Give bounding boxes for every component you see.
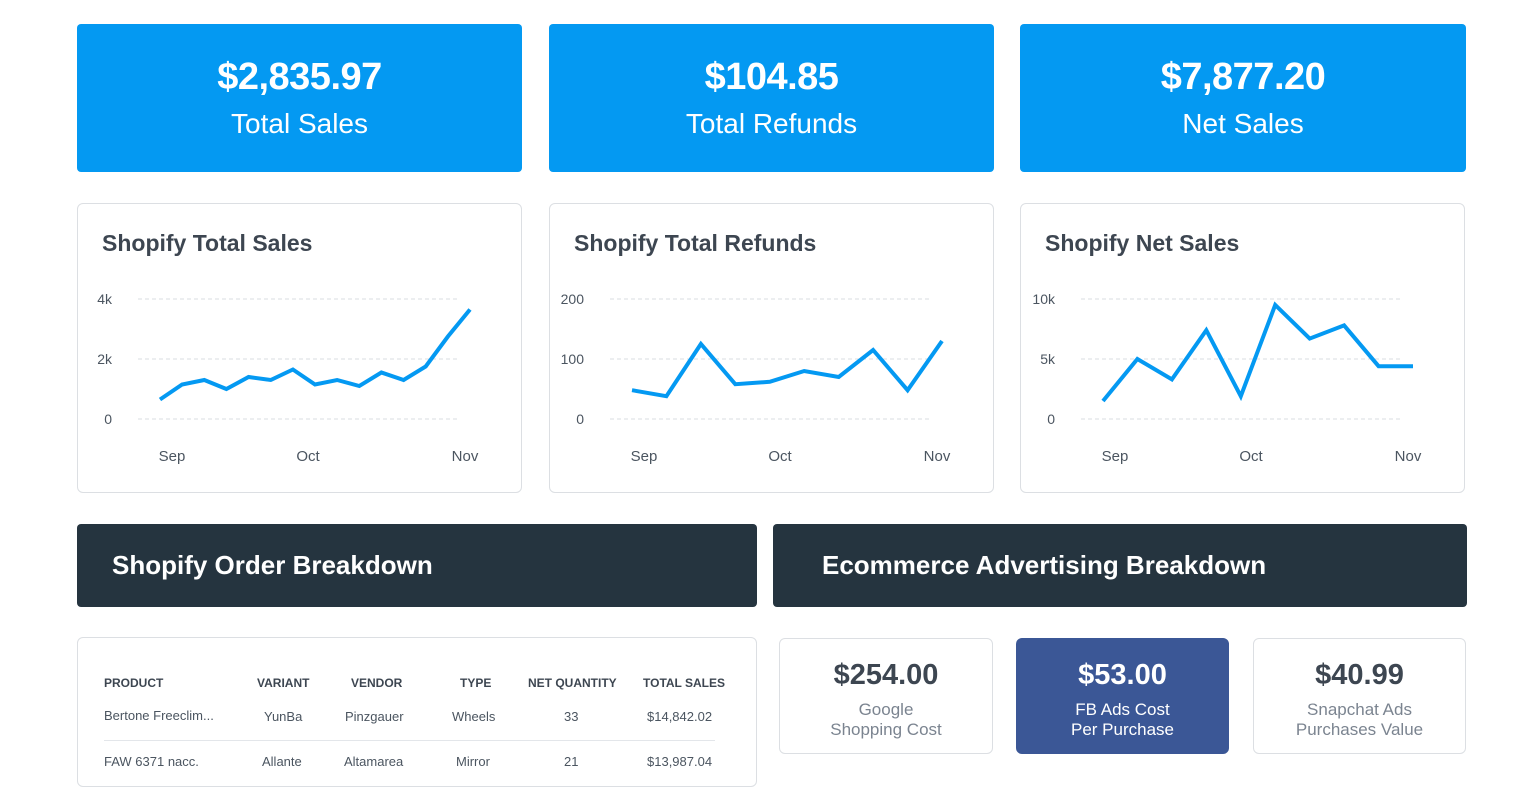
- x-tick-label: Oct: [1239, 448, 1263, 465]
- metric-value: $40.99: [1315, 659, 1404, 691]
- y-tick-label: 10k: [1032, 291, 1056, 307]
- metric-label-line: Per Purchase: [1071, 720, 1174, 739]
- x-tick-label: Oct: [296, 448, 320, 465]
- series-line: [158, 308, 472, 402]
- column-header-product[interactable]: PRODUCT: [104, 676, 163, 690]
- kpi-label: Net Sales: [1182, 108, 1304, 139]
- chart-card-total-sales: Shopify Total Sales 4k 2k 0 Sep Oct Nov: [77, 203, 522, 493]
- x-tick-label: Oct: [768, 448, 792, 465]
- kpi-label: Total Refunds: [685, 108, 858, 139]
- column-header-type[interactable]: TYPE: [460, 676, 491, 690]
- y-tick-label: 2k: [97, 351, 113, 367]
- order-breakdown-header: Shopify Order Breakdown: [77, 524, 757, 607]
- x-tick-label: Sep: [159, 448, 186, 465]
- metric-label: FB Ads Cost Per Purchase: [1017, 700, 1228, 740]
- column-header-variant[interactable]: VARIANT: [257, 676, 309, 690]
- table-cell: FAW 6371 nacc.: [104, 754, 199, 769]
- y-tick-label: 0: [1047, 411, 1055, 427]
- kpi-label: Total Sales: [231, 108, 368, 139]
- chart-card-net-sales: Shopify Net Sales 10k 5k 0 Sep Oct Nov: [1020, 203, 1465, 493]
- column-header-total-sales[interactable]: TOTAL SALES: [643, 676, 725, 690]
- table-cell: $13,987.04: [647, 754, 713, 769]
- section-title: Ecommerce Advertising Breakdown: [822, 550, 1267, 580]
- ad-breakdown-header: Ecommerce Advertising Breakdown: [773, 524, 1467, 607]
- metric-label-line: Shopping Cost: [830, 720, 942, 739]
- table-cell: Wheels: [452, 709, 496, 724]
- metric-label: Snapchat Ads Purchases Value: [1254, 700, 1465, 740]
- y-tick-label: 5k: [1040, 351, 1056, 367]
- table-cell: Pinzgauer: [345, 709, 404, 724]
- metric-snapchat-ads-value: $40.99 Snapchat Ads Purchases Value: [1253, 638, 1466, 754]
- x-tick-label: Nov: [924, 448, 951, 465]
- x-tick-label: Nov: [452, 448, 479, 465]
- metric-label-line: Google: [858, 700, 914, 719]
- table-cell: Allante: [262, 754, 302, 769]
- metric-fb-ads-cost: $53.00 FB Ads Cost Per Purchase: [1016, 638, 1229, 754]
- kpi-net-sales: $7,877.20 Net Sales: [1020, 24, 1466, 172]
- column-header-vendor[interactable]: VENDOR: [351, 676, 402, 690]
- kpi-value: $7,877.20: [1160, 56, 1326, 98]
- chart-card-total-refunds: Shopify Total Refunds 200 100 0 Sep Oct Nov: [549, 203, 994, 493]
- metric-label-line: Purchases Value: [1295, 720, 1424, 739]
- column-header-net-quantity[interactable]: NET QUANTITY: [528, 676, 617, 690]
- y-tick-label: 200: [561, 291, 585, 307]
- metric-label: Google Shopping Cost: [780, 700, 992, 740]
- kpi-value: $104.85: [704, 56, 839, 98]
- metric-label-line: Snapchat Ads: [1307, 700, 1412, 719]
- y-tick-label: 4k: [97, 291, 113, 307]
- y-tick-label: 100: [561, 351, 585, 367]
- table-cell: 33: [564, 709, 579, 724]
- table-cell: Altamarea: [344, 754, 404, 769]
- metric-google-shopping-cost: $254.00 Google Shopping Cost: [779, 638, 993, 754]
- metric-value: $254.00: [833, 659, 939, 691]
- table-cell: $14,842.02: [647, 709, 713, 724]
- kpi-value: $2,835.97: [217, 56, 382, 98]
- series-line: [631, 339, 944, 399]
- table-cell: Bertone Freeclim...: [104, 708, 214, 723]
- section-title: Shopify Order Breakdown: [112, 550, 433, 580]
- kpi-total-sales: $2,835.97 Total Sales: [77, 24, 522, 172]
- table-cell: YunBa: [264, 709, 303, 724]
- total-sales-chart: 4k 2k 0 Sep Oct Nov: [97, 291, 479, 465]
- x-tick-label: Nov: [1395, 448, 1422, 465]
- x-tick-label: Sep: [1102, 448, 1129, 465]
- table-cell: 21: [564, 754, 579, 769]
- total-refunds-chart: 200 100 0 Sep Oct Nov: [561, 291, 951, 465]
- series-line: [1101, 301, 1413, 403]
- metric-label-line: FB Ads Cost: [1075, 700, 1170, 719]
- net-sales-chart: 10k 5k 0 Sep Oct Nov: [1032, 291, 1422, 465]
- metric-value: $53.00: [1078, 659, 1167, 691]
- y-tick-label: 0: [576, 411, 584, 427]
- row-divider: [104, 740, 715, 741]
- y-tick-label: 0: [104, 411, 112, 427]
- x-tick-label: Sep: [631, 448, 658, 465]
- kpi-total-refunds: $104.85 Total Refunds: [549, 24, 994, 172]
- table-cell: Mirror: [456, 754, 490, 769]
